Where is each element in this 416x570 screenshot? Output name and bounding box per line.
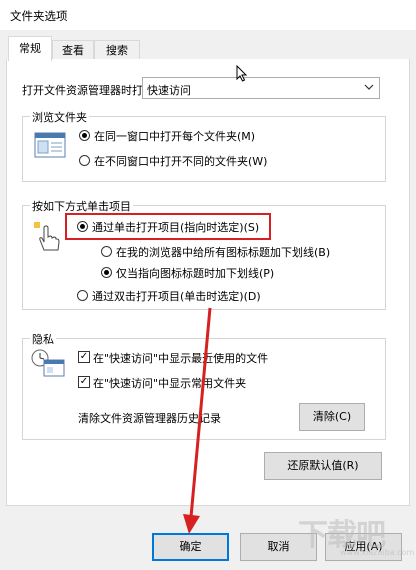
- same-window-label: 在同一窗口中打开每个文件夹(M): [94, 130, 256, 143]
- radio-same-window[interactable]: [79, 130, 90, 141]
- clear-button[interactable]: 清除(C): [299, 403, 365, 431]
- tab-general[interactable]: 常规: [8, 36, 52, 61]
- checkbox-recent-files[interactable]: ✓: [78, 351, 90, 363]
- radio-underline-hover[interactable]: [101, 267, 112, 278]
- privacy-clock-icon: [30, 348, 66, 381]
- open-explorer-label: 打开文件资源管理器时打: [22, 84, 143, 97]
- underline-hover-label: 仅当指向图标标题时加下划线(P): [116, 267, 275, 280]
- double-click-label: 通过双击打开项目(单击时选定)(D): [92, 290, 261, 303]
- frequent-folders-label: 在"快速访问"中显示常用文件夹: [93, 377, 247, 390]
- underline-all-label: 在我的浏览器中给所有图标标题加下划线(B): [116, 246, 331, 259]
- open-explorer-select[interactable]: 快速访问: [142, 77, 380, 99]
- radio-underline-all[interactable]: [101, 246, 112, 257]
- privacy-title: 隐私: [30, 331, 56, 347]
- checkbox-frequent-folders[interactable]: ✓: [78, 376, 90, 388]
- chevron-down-icon: [363, 80, 375, 97]
- red-arrow-annotation: [180, 300, 220, 543]
- browse-folders-title: 浏览文件夹: [30, 109, 89, 125]
- browse-folders-icon: [34, 132, 66, 161]
- tab-view[interactable]: 查看: [52, 40, 94, 60]
- hand-pointer-icon: [32, 220, 62, 257]
- red-highlight-annotation: [65, 213, 271, 240]
- restore-defaults-button[interactable]: 还原默认值(R): [264, 452, 382, 480]
- watermark-url: www.xiazaiba.com: [340, 548, 415, 557]
- open-explorer-value: 快速访问: [147, 84, 191, 97]
- window-title: 文件夹选项: [10, 9, 68, 23]
- browse-folders-group: [22, 116, 386, 182]
- click-items-title: 按如下方式单击项目: [30, 198, 133, 214]
- radio-double-click[interactable]: [77, 290, 88, 301]
- different-window-label: 在不同窗口中打开不同的文件夹(W): [94, 155, 268, 168]
- ok-button[interactable]: 确定: [152, 533, 229, 561]
- mouse-cursor-icon: [236, 64, 248, 86]
- tab-search[interactable]: 搜索: [94, 40, 140, 60]
- radio-different-window[interactable]: [79, 155, 90, 166]
